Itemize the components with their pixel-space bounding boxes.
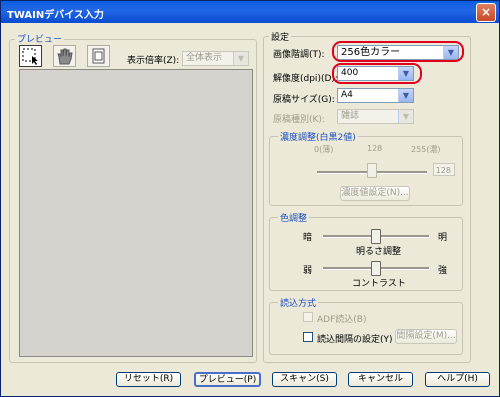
interval-settings-button[interactable]: 間隔設定(M)...: [395, 329, 457, 344]
gradation-label: 画像階調(T):: [273, 50, 325, 60]
density-value-box[interactable]: 128: [433, 163, 455, 176]
contrast-caption: コントラスト: [352, 279, 406, 289]
hand-icon: [57, 48, 73, 65]
preview-group-label: プレビュー: [15, 32, 65, 45]
contrast-slider-thumb[interactable]: [371, 261, 381, 276]
type-label: 原稿種別(K):: [273, 115, 325, 125]
contrast-strong-label: 強: [438, 266, 448, 276]
brightness-slider-thumb[interactable]: [371, 229, 381, 244]
reset-button[interactable]: リセット(R): [116, 372, 181, 387]
full-page-tool[interactable]: [87, 45, 110, 67]
select-area-icon: [22, 48, 38, 65]
chevron-down-icon: ▼: [398, 89, 413, 102]
density-min-label: 0(薄): [314, 145, 334, 154]
density-settings-button[interactable]: 濃度値設定(N)...: [340, 186, 410, 201]
density-max-label: 255(濃): [411, 145, 441, 154]
title-bar: TWAINデバイス入力 ×: [1, 1, 499, 23]
brightness-light-label: 明: [438, 233, 448, 243]
close-button[interactable]: ×: [476, 3, 496, 22]
type-select[interactable]: 雑誌 ▼: [337, 109, 414, 124]
interval-label: 読込間隔の設定(Y): [317, 335, 393, 345]
resolution-label: 解像度(dpi)(D):: [273, 74, 338, 84]
zoom-value: 全体表示: [186, 53, 223, 63]
zoom-select[interactable]: 全体表示 ▼: [182, 51, 249, 66]
select-area-tool[interactable]: [19, 45, 42, 67]
help-button[interactable]: ヘルプ(H): [425, 372, 490, 387]
hand-tool[interactable]: [53, 45, 76, 67]
size-value: A4: [341, 90, 353, 100]
preview-canvas[interactable]: [19, 69, 253, 357]
density-slider-thumb[interactable]: [367, 163, 377, 178]
interval-checkbox[interactable]: [303, 332, 313, 342]
zoom-label: 表示倍率(Z):: [127, 56, 180, 66]
gradation-highlight: [332, 41, 464, 62]
brightness-dark-label: 暗: [303, 233, 313, 243]
color-adjust-group-label: 色調整: [278, 211, 310, 224]
adf-label: ADF読込(B): [317, 315, 367, 325]
chevron-down-icon: ▼: [398, 110, 413, 123]
type-value: 雑誌: [341, 111, 360, 121]
brightness-caption: 明るさ調整: [356, 247, 402, 257]
scan-button[interactable]: スキャン(S): [272, 372, 337, 387]
size-select[interactable]: A4 ▼: [337, 88, 414, 103]
window-title: TWAINデバイス入力: [7, 10, 104, 21]
chevron-down-icon: ▼: [233, 52, 248, 65]
adf-checkbox[interactable]: [303, 312, 313, 322]
density-group-label: 濃度調整(白黒2値): [278, 130, 358, 143]
preview-button[interactable]: プレビュー(P): [194, 372, 261, 387]
contrast-weak-label: 弱: [303, 266, 313, 276]
resolution-highlight: [332, 63, 422, 84]
page-icon: [92, 48, 105, 64]
density-mid-label: 128: [367, 144, 383, 153]
size-label: 原稿サイズ(G):: [273, 95, 335, 105]
cancel-button[interactable]: キャンセル: [348, 372, 413, 387]
read-mode-group-label: 読込方式: [278, 296, 319, 309]
settings-group-label: 設定: [269, 30, 292, 43]
twain-dialog: TWAINデバイス入力 × プレビュー 表示倍率(Z): 全体表示 ▼ 設定 画…: [0, 0, 500, 397]
